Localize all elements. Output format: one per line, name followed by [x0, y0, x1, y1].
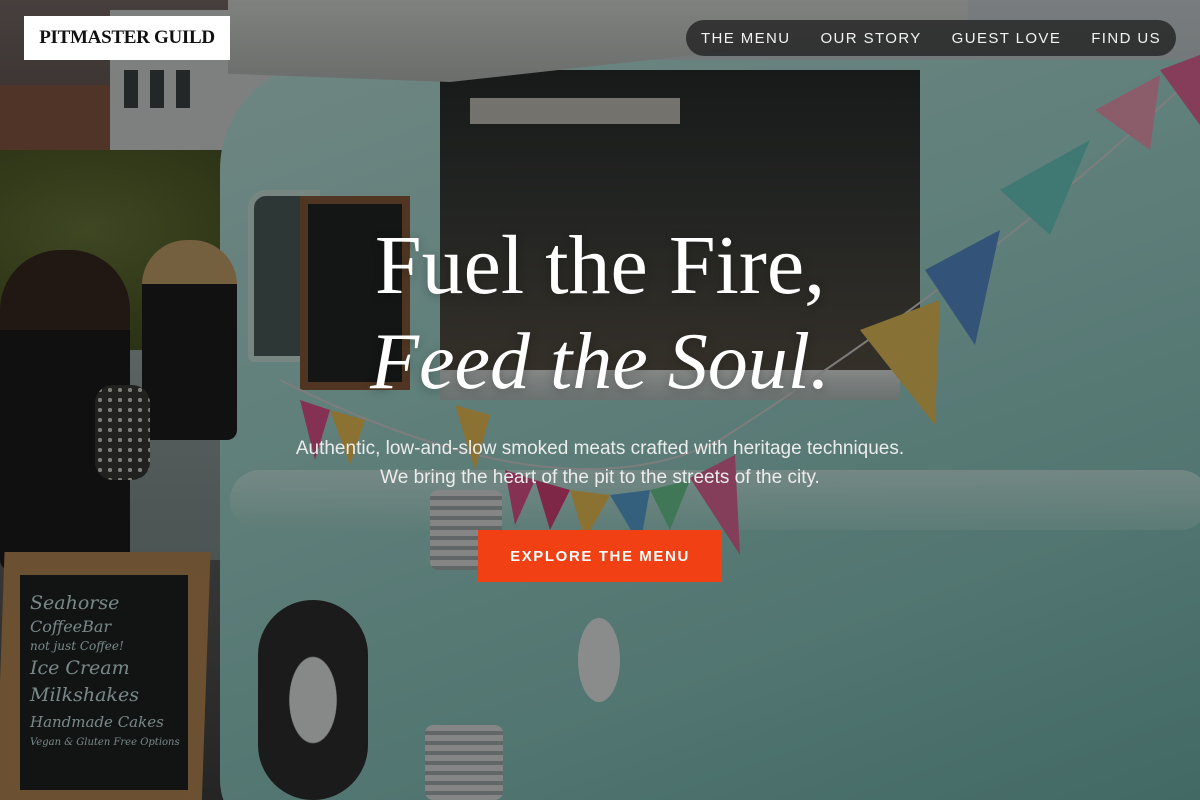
nav-link-find-us[interactable]: FIND US [1091, 30, 1161, 47]
nav-link-the-menu[interactable]: THE MENU [701, 30, 791, 47]
explore-menu-button[interactable]: EXPLORE THE MENU [478, 530, 722, 582]
nav-link-guest-love[interactable]: GUEST LOVE [952, 30, 1062, 47]
hero-subtitle: Authentic, low-and-slow smoked meats cra… [295, 438, 905, 488]
hero-title: Fuel the Fire, Feed the Soul. [0, 218, 1200, 410]
hero-title-line1: Fuel the Fire, [374, 219, 826, 312]
nav-link-our-story[interactable]: OUR STORY [820, 30, 921, 47]
hero-title-line2: Feed the Soul. [370, 318, 830, 406]
site-logo[interactable]: PITMASTER GUILD [24, 16, 230, 60]
main-navigation: THE MENU OUR STORY GUEST LOVE FIND US [686, 20, 1176, 56]
